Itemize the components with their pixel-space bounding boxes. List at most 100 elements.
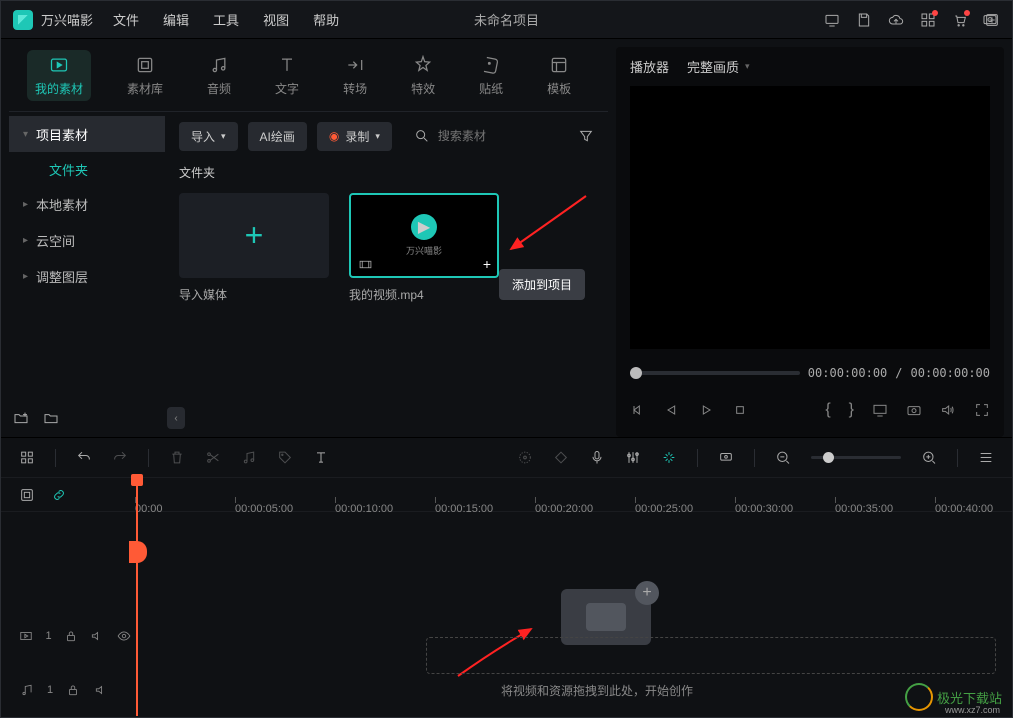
mixer-icon[interactable]	[625, 450, 641, 466]
time-total: 00:00:00:00	[911, 366, 990, 380]
mic-icon[interactable]	[589, 450, 605, 466]
chevron-right-icon: ▸	[23, 271, 28, 282]
cloud-upload-icon[interactable]	[888, 12, 904, 28]
timeline-ruler-row: 00:00 00:00:05:00 00:00:10:00 00:00:15:0…	[1, 478, 1012, 512]
thumb-import[interactable]: + 导入媒体	[179, 193, 329, 303]
volume-icon[interactable]	[940, 402, 956, 418]
tag-icon[interactable]	[277, 450, 293, 466]
stock-icon	[134, 54, 156, 76]
timeline-body: 1 1 + 将视频和资源拖拽到此处，开始创作	[1, 512, 1012, 717]
list-view-icon[interactable]	[978, 450, 994, 466]
marker-icon[interactable]	[718, 450, 734, 466]
split-icon[interactable]	[205, 450, 221, 466]
add-icon[interactable]: +	[483, 256, 491, 272]
record-button[interactable]: ◉录制▾	[317, 122, 392, 151]
lock-icon[interactable]	[65, 682, 81, 698]
seek-slider[interactable]	[630, 371, 800, 375]
preview-controls: { }	[630, 393, 990, 427]
import-button[interactable]: 导入▾	[179, 122, 238, 151]
quality-select[interactable]: 完整画质▾	[687, 57, 750, 76]
search-input[interactable]	[438, 129, 558, 143]
menu-tool[interactable]: 工具	[213, 10, 239, 29]
redo-icon[interactable]	[112, 450, 128, 466]
sidebar-item-local[interactable]: ▸本地素材	[9, 186, 165, 222]
apps-icon[interactable]	[920, 12, 936, 28]
mute-icon[interactable]	[93, 682, 109, 698]
menu-view[interactable]: 视图	[263, 10, 289, 29]
stop-icon[interactable]	[732, 402, 748, 418]
menu-file[interactable]: 文件	[113, 10, 139, 29]
tab-effect[interactable]: 特效	[403, 50, 443, 101]
grid-icon[interactable]	[19, 450, 35, 466]
sidebar-item-adjust[interactable]: ▸调整图层	[9, 258, 165, 294]
preview-viewport[interactable]	[630, 86, 990, 349]
mark-out-icon[interactable]: }	[849, 401, 854, 419]
menu-edit[interactable]: 编辑	[163, 10, 189, 29]
watermark-url: www.xz7.com	[945, 705, 1000, 715]
new-folder-icon[interactable]	[13, 410, 29, 426]
zoom-in-icon[interactable]	[921, 450, 937, 466]
sidebar-item-cloud[interactable]: ▸云空间	[9, 222, 165, 258]
ai-paint-button[interactable]: AI绘画	[248, 122, 307, 151]
drop-zone[interactable]	[426, 637, 996, 674]
thumb-video[interactable]: ▶ 万兴喵影 + 我的视频.mp4	[349, 193, 499, 303]
filter-icon[interactable]	[578, 128, 594, 144]
audio-track-header[interactable]: 1	[1, 673, 131, 707]
timeline-tracks[interactable]: + 将视频和资源拖拽到此处，开始创作	[131, 512, 1012, 717]
media-tabs: 我的素材 素材库 音频 文字 转场 特效 贴纸 模板	[1, 39, 616, 111]
tab-stock[interactable]: 素材库	[119, 50, 171, 101]
device-icon[interactable]	[824, 12, 840, 28]
music-icon[interactable]	[241, 450, 257, 466]
search-icon	[414, 128, 430, 144]
player-label: 播放器	[630, 57, 669, 76]
playhead-handle[interactable]	[129, 541, 147, 563]
save-icon[interactable]	[856, 12, 872, 28]
main-menu: 文件 编辑 工具 视图 帮助	[113, 10, 339, 29]
tab-text[interactable]: 文字	[267, 50, 307, 101]
keyframe-icon[interactable]	[553, 450, 569, 466]
display-icon[interactable]	[872, 402, 888, 418]
prev-frame-icon[interactable]	[630, 402, 646, 418]
camera-icon[interactable]	[906, 402, 922, 418]
tab-transition[interactable]: 转场	[335, 50, 375, 101]
undo-icon[interactable]	[76, 450, 92, 466]
fullscreen-icon[interactable]	[974, 402, 990, 418]
delete-icon[interactable]	[169, 450, 185, 466]
link-icon[interactable]	[51, 487, 67, 503]
media-sidebar: ▾项目素材 文件夹 ▸本地素材 ▸云空间 ▸调整图层	[9, 112, 165, 437]
cart-icon[interactable]	[952, 12, 968, 28]
auto-icon[interactable]	[661, 450, 677, 466]
track-lock-icon[interactable]	[19, 487, 35, 503]
visibility-icon[interactable]	[117, 628, 131, 644]
chevron-right-icon: ▸	[23, 235, 28, 246]
sidebar-item-project[interactable]: ▾项目素材	[9, 116, 165, 152]
time-current: 00:00:00:00	[808, 366, 887, 380]
folder-icon[interactable]	[43, 410, 59, 426]
playhead[interactable]	[136, 476, 138, 716]
snapshot-icon[interactable]	[982, 11, 998, 27]
menu-help[interactable]: 帮助	[313, 10, 339, 29]
play-reverse-icon[interactable]	[664, 402, 680, 418]
zoom-slider[interactable]	[811, 456, 901, 459]
effect-icon	[412, 54, 434, 76]
tab-template[interactable]: 模板	[539, 50, 579, 101]
tab-my-media[interactable]: 我的素材	[27, 50, 91, 101]
mute-icon[interactable]	[90, 628, 104, 644]
tab-audio[interactable]: 音频	[199, 50, 239, 101]
video-track-header[interactable]: 1	[1, 619, 131, 653]
timeline-toolbar	[1, 438, 1012, 478]
tab-sticker[interactable]: 贴纸	[471, 50, 511, 101]
lock-icon[interactable]	[64, 628, 78, 644]
main-area: 我的素材 素材库 音频 文字 转场 特效 贴纸 模板 ▾项目素材 文件夹 ▸本地…	[1, 39, 1012, 437]
collapse-button[interactable]: ‹	[167, 407, 185, 429]
titlebar: 万兴喵影 文件 编辑 工具 视图 帮助 未命名项目	[1, 1, 1012, 39]
mark-in-icon[interactable]: {	[825, 401, 830, 419]
text-tool-icon[interactable]	[313, 450, 329, 466]
sidebar-item-folder[interactable]: 文件夹	[9, 152, 165, 186]
text-icon	[276, 54, 298, 76]
play-icon[interactable]	[698, 402, 714, 418]
zoom-out-icon[interactable]	[775, 450, 791, 466]
preview-seek: 00:00:00:00 / 00:00:00:00	[630, 359, 990, 387]
target-icon[interactable]	[517, 450, 533, 466]
transition-icon	[344, 54, 366, 76]
